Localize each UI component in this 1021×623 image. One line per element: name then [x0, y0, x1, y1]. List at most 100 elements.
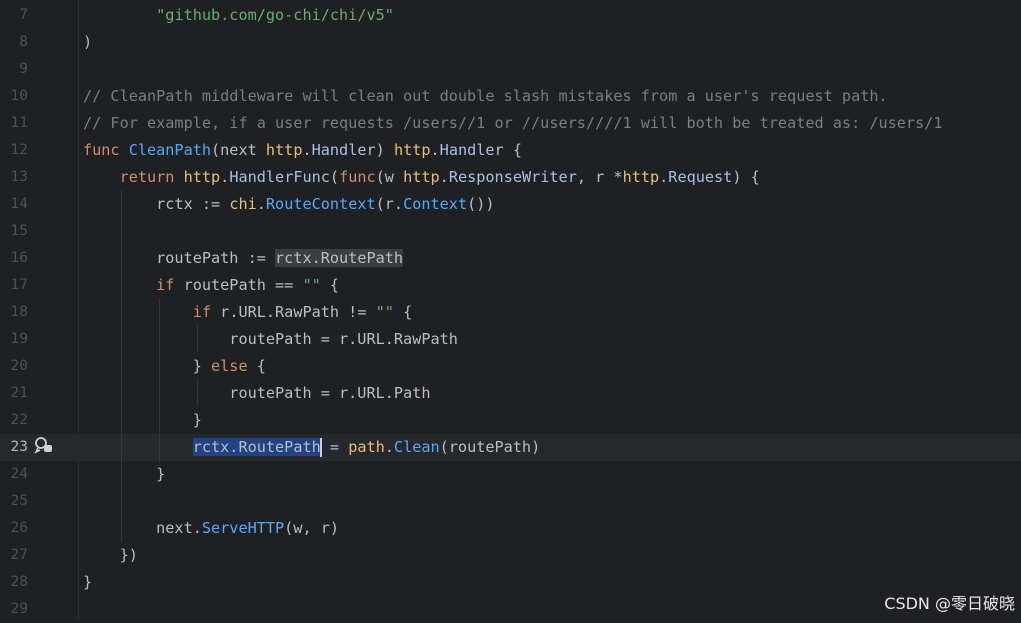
code-line[interactable]: 8) — [0, 29, 1021, 56]
code-text[interactable]: ) — [83, 29, 92, 56]
code-token: "github.com/go-chi/chi/v5" — [156, 6, 394, 24]
code-line[interactable]: 12 func CleanPath(next http.Handler) http… — [0, 137, 1021, 164]
code-line[interactable]: 24 } — [0, 461, 1021, 488]
code-text[interactable]: // For example, if a user requests /user… — [83, 110, 943, 137]
code-token: } — [83, 573, 93, 591]
code-line[interactable]: 22 } — [0, 407, 1021, 434]
indent-guide — [197, 325, 198, 352]
code-token: } — [83, 465, 166, 483]
code-token: http — [183, 168, 221, 186]
code-line[interactable]: 21 routePath = r.URL.Path — [0, 380, 1021, 407]
ai-assistant-icon[interactable] — [33, 435, 55, 457]
code-token: { — [503, 141, 522, 159]
code-text[interactable]: } — [83, 569, 92, 596]
code-token: ( — [329, 168, 340, 186]
code-text[interactable]: routePath = r.URL.Path — [83, 380, 430, 407]
indent-guide — [159, 298, 160, 462]
code-text[interactable]: routePath := rctx.RoutePath — [83, 245, 404, 272]
code-text[interactable]: routePath = r.URL.RawPath — [83, 326, 458, 353]
indent-guide — [197, 379, 198, 406]
line-number: 27 — [10, 547, 28, 563]
code-line[interactable]: 14 rctx := chi.RouteContext(r.Context()) — [0, 191, 1021, 218]
code-text[interactable]: } — [83, 407, 202, 434]
indent-guide — [121, 190, 122, 542]
code-line[interactable]: 13 return http.HandlerFunc(func(w http.R… — [0, 164, 1021, 191]
code-token: { — [247, 357, 266, 375]
code-line[interactable]: 29 — [0, 596, 1021, 623]
code-text[interactable]: } else { — [83, 353, 266, 380]
code-editor[interactable]: 7 "github.com/go-chi/chi/v5" 8) 9 10// Clea… — [0, 0, 1021, 620]
code-token: ) — [83, 33, 93, 51]
line-number: 20 — [10, 358, 28, 374]
code-line[interactable]: 28} — [0, 569, 1021, 596]
code-token: http — [622, 168, 660, 186]
code-token: (w, r) — [284, 519, 340, 537]
code-text[interactable]: // CleanPath middleware will clean out d… — [83, 83, 888, 110]
code-text[interactable]: }) — [83, 542, 138, 569]
code-token: rctx := — [83, 195, 230, 213]
code-text[interactable]: rctx.RoutePath = path.Clean(routePath) — [83, 434, 540, 461]
code-token: Context — [403, 195, 468, 213]
code-line[interactable]: 19 routePath = r.URL.RawPath — [0, 326, 1021, 353]
code-token: ServeHTTP — [201, 519, 285, 537]
code-token: ) { — [732, 168, 760, 186]
code-token: // CleanPath middleware will clean out d… — [83, 87, 888, 105]
line-number: 8 — [19, 34, 28, 50]
line-number: 21 — [10, 385, 28, 401]
code-line[interactable]: 16 routePath := rctx.RoutePath — [0, 245, 1021, 272]
line-number: 16 — [10, 250, 28, 266]
code-text[interactable]: return http.HandlerFunc(func(w http.Resp… — [83, 164, 760, 191]
code-token: func — [339, 168, 376, 186]
code-line[interactable]: 10 // CleanPath middleware will clean out… — [0, 83, 1021, 110]
code-token: routePath := — [83, 249, 276, 267]
code-line[interactable]: 26 next.ServeHTTP(w, r) — [0, 515, 1021, 542]
code-text[interactable]: if r.URL.RawPath != "" { — [83, 299, 412, 326]
code-text[interactable]: rctx := chi.RouteContext(r.Context()) — [83, 191, 494, 218]
code-line[interactable]: 18 if r.URL.RawPath != "" { — [0, 299, 1021, 326]
code-token: // For example, if a user requests /user… — [83, 114, 943, 132]
line-number: 7 — [19, 7, 28, 23]
code-line[interactable]: 17 if routePath == "" { — [0, 272, 1021, 299]
code-token: } — [83, 357, 212, 375]
code-line[interactable]: 20 } else { — [0, 353, 1021, 380]
line-number: 28 — [10, 574, 28, 590]
line-number: 10 — [10, 88, 28, 104]
code-token: Handler — [311, 141, 376, 159]
line-number: 18 — [10, 304, 28, 320]
line-number: 14 — [10, 196, 28, 212]
code-token: ResponseWriter — [448, 168, 577, 186]
code-token: if — [192, 303, 221, 321]
code-token: = — [320, 438, 349, 456]
code-line[interactable]: 11 // For example, if a user requests /us… — [0, 110, 1021, 137]
line-number: 9 — [19, 61, 28, 77]
code-token: r.URL.RawPath != — [220, 303, 376, 321]
code-line[interactable]: 15 — [0, 218, 1021, 245]
code-token: }) — [83, 546, 138, 564]
code-token: path — [348, 438, 385, 456]
code-token: routePath = r.URL.RawPath — [83, 330, 458, 348]
code-token: (w — [375, 168, 404, 186]
line-number: 26 — [10, 520, 28, 536]
line-number: 13 — [10, 169, 28, 185]
code-line[interactable]: 7 "github.com/go-chi/chi/v5" — [0, 2, 1021, 29]
code-token: http — [403, 168, 440, 186]
line-number: 11 — [10, 115, 28, 131]
line-number: 19 — [10, 331, 28, 347]
code-text[interactable]: } — [83, 461, 165, 488]
code-line[interactable]: 9 — [0, 56, 1021, 83]
code-line[interactable]: 25 — [0, 488, 1021, 515]
code-token: . — [430, 141, 440, 159]
code-token: . — [659, 168, 669, 186]
code-line[interactable]: 23 rctx.RoutePath = path.Clean(routePath… — [0, 434, 1021, 461]
code-line[interactable]: 27 }) — [0, 542, 1021, 569]
line-number: 12 — [10, 142, 28, 158]
line-number: 25 — [10, 493, 28, 509]
code-token: next. — [83, 519, 202, 537]
code-token: "" — [375, 303, 394, 321]
code-text[interactable]: func CleanPath(next http.Handler) http.H… — [83, 137, 522, 164]
code-text[interactable]: "github.com/go-chi/chi/v5" — [83, 2, 394, 29]
